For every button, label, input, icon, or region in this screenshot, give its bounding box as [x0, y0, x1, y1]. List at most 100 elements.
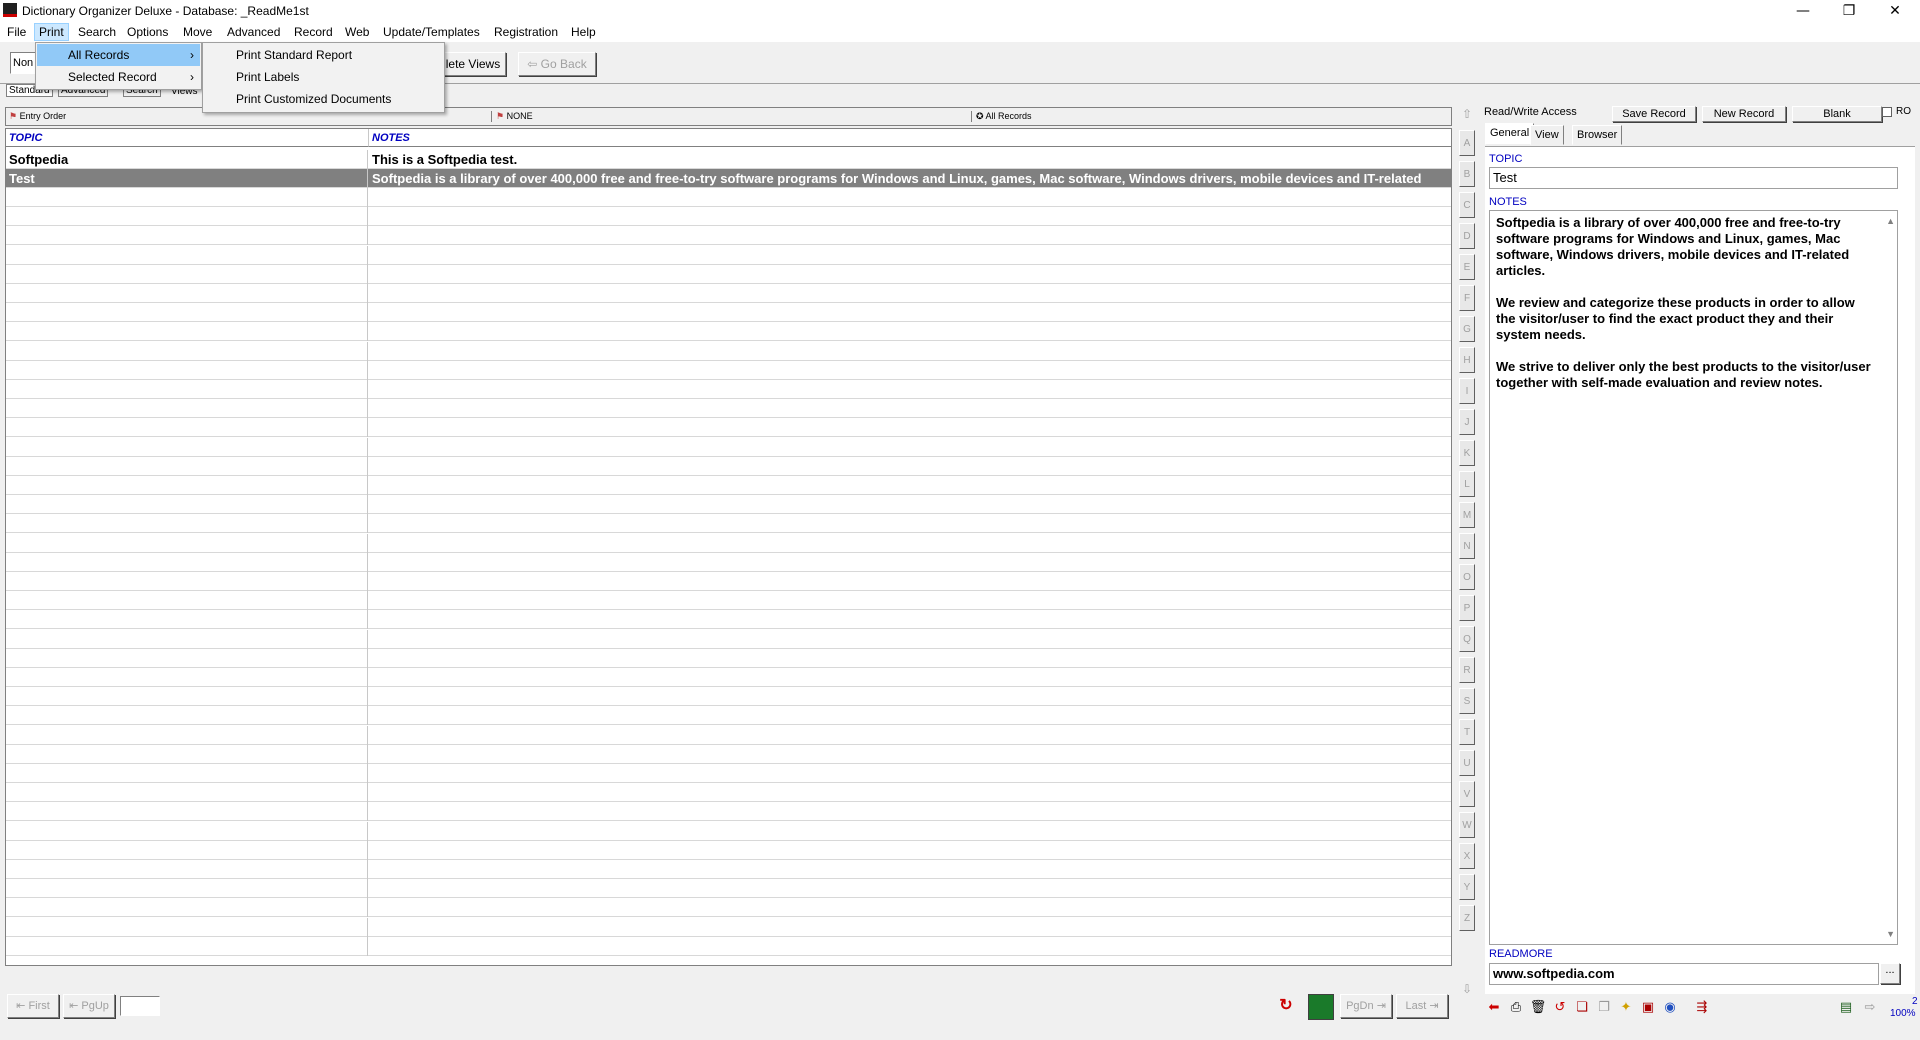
close-button[interactable]: ✕: [1872, 0, 1918, 22]
alphabet-letter-e[interactable]: E: [1459, 254, 1475, 280]
pgdn-button[interactable]: PgDn ⇥: [1340, 994, 1392, 1018]
empty-cell: [6, 840, 368, 860]
maximize-button[interactable]: ❐: [1826, 0, 1872, 22]
alphabet-letter-q[interactable]: Q: [1459, 626, 1475, 652]
sort-entry-order-label: Entry Order: [19, 111, 67, 121]
empty-cell: [6, 802, 368, 822]
tab-browser[interactable]: Browser: [1572, 125, 1623, 145]
sort-all-records[interactable]: ✪ All Records: [971, 111, 1032, 122]
menu-selected-record[interactable]: Selected Record ›: [37, 66, 200, 88]
trash-icon[interactable]: 🗑: [1528, 998, 1548, 1018]
topic-field[interactable]: Test: [1489, 167, 1898, 189]
empty-cell: [6, 648, 368, 668]
alphabet-letter-f[interactable]: F: [1459, 285, 1475, 311]
menu-move[interactable]: Move: [183, 25, 212, 39]
last-button[interactable]: Last ⇥: [1396, 994, 1448, 1018]
readmore-browse-button[interactable]: ...: [1880, 963, 1900, 984]
undo-icon[interactable]: ↺: [1550, 998, 1570, 1018]
notes-scroll-up-icon[interactable]: ▲: [1886, 213, 1895, 229]
menu-options[interactable]: Options: [127, 25, 168, 39]
table-row-selected[interactable]: Test Softpedia is a library of over 400,…: [6, 169, 1451, 188]
menu-print-customized-documents[interactable]: Print Customized Documents: [204, 88, 443, 110]
export-icon[interactable]: ⇶: [1692, 998, 1712, 1018]
delete-views-button[interactable]: lete Views: [440, 52, 506, 76]
save-record-button[interactable]: Save Record: [1612, 106, 1696, 122]
alphabet-letter-h[interactable]: H: [1459, 347, 1475, 373]
last-icon: ⇥: [1429, 1000, 1439, 1012]
paste-record-icon[interactable]: ❐: [1594, 998, 1614, 1018]
empty-cell: [6, 591, 368, 611]
empty-cell: [6, 610, 368, 630]
copy-record-icon[interactable]: ❏: [1572, 998, 1592, 1018]
notes-field[interactable]: Softpedia is a library of over 400,000 f…: [1489, 210, 1898, 945]
alphabet-letter-m[interactable]: M: [1459, 502, 1475, 528]
apps-icon[interactable]: [1308, 994, 1334, 1020]
empty-cell: [6, 495, 368, 515]
menu-print-standard-report[interactable]: Print Standard Report: [204, 44, 443, 66]
alphabet-letter-p[interactable]: P: [1459, 595, 1475, 621]
menu-help[interactable]: Help: [571, 25, 596, 39]
alphabet-letter-z[interactable]: Z: [1459, 905, 1475, 931]
empty-table-row: [6, 687, 1451, 707]
menu-web[interactable]: Web: [345, 25, 369, 39]
alphabet-letter-s[interactable]: S: [1459, 688, 1475, 714]
print-icon[interactable]: ⎙: [1506, 998, 1526, 1018]
tab-view[interactable]: View: [1530, 125, 1564, 145]
empty-table-row: [6, 591, 1451, 611]
alphabet-letter-t[interactable]: T: [1459, 719, 1475, 745]
empty-cell: [6, 360, 368, 380]
alphabet-letter-g[interactable]: G: [1459, 316, 1475, 342]
column-header-topic[interactable]: TOPIC: [6, 129, 369, 147]
table-row[interactable]: Softpedia This is a Softpedia test.: [6, 150, 1451, 169]
go-back-button[interactable]: ⇦ Go Back: [518, 52, 596, 76]
alphabet-letter-u[interactable]: U: [1459, 750, 1475, 776]
alphabet-letter-c[interactable]: C: [1459, 192, 1475, 218]
globe-icon[interactable]: ◉: [1660, 998, 1680, 1018]
menu-update-templates[interactable]: Update/Templates: [383, 25, 480, 39]
refresh-icon[interactable]: ↻: [1274, 994, 1298, 1018]
menu-print-labels[interactable]: Print Labels: [204, 66, 443, 88]
empty-table-row: [6, 879, 1451, 899]
alphabet-letter-r[interactable]: R: [1459, 657, 1475, 683]
blank-button[interactable]: Blank: [1792, 106, 1882, 122]
menu-file[interactable]: File: [7, 25, 26, 39]
readmore-field[interactable]: www.softpedia.com: [1489, 963, 1879, 985]
new-record-button[interactable]: New Record: [1702, 106, 1786, 122]
alphabet-letter-l[interactable]: L: [1459, 471, 1475, 497]
lightbulb-icon[interactable]: ✦: [1616, 998, 1636, 1018]
alphabet-letter-w[interactable]: W: [1459, 812, 1475, 838]
alphabet-letter-v[interactable]: V: [1459, 781, 1475, 807]
menu-print[interactable]: Print: [34, 23, 69, 41]
column-header-notes[interactable]: NOTES: [369, 129, 1451, 147]
minimize-button[interactable]: —: [1780, 0, 1826, 22]
alphabet-letter-j[interactable]: J: [1459, 409, 1475, 435]
alphabet-letter-a[interactable]: A: [1459, 130, 1475, 156]
sort-entry-order[interactable]: ⚑ Entry Order: [9, 111, 66, 122]
alphabet-letter-d[interactable]: D: [1459, 223, 1475, 249]
alphabet-letter-k[interactable]: K: [1459, 440, 1475, 466]
alphabet-letter-o[interactable]: O: [1459, 564, 1475, 590]
ro-checkbox[interactable]: [1882, 107, 1892, 117]
scroll-up-icon[interactable]: ⇧: [1459, 107, 1475, 125]
empty-cell: [6, 572, 368, 591]
stack-icon[interactable]: ▣: [1638, 998, 1658, 1018]
alphabet-letter-i[interactable]: I: [1459, 378, 1475, 404]
menu-advanced[interactable]: Advanced: [227, 25, 280, 39]
sort-none[interactable]: ⚑ NONE: [491, 111, 533, 122]
pgup-button[interactable]: ⇤ PgUp: [63, 994, 115, 1018]
menu-record[interactable]: Record: [294, 25, 333, 39]
menu-search[interactable]: Search: [78, 25, 116, 39]
alphabet-letter-x[interactable]: X: [1459, 843, 1475, 869]
tab-general[interactable]: General: [1485, 123, 1535, 145]
back-arrow-icon[interactable]: ⬅: [1484, 998, 1504, 1018]
menu-registration[interactable]: Registration: [494, 25, 558, 39]
menu-all-records[interactable]: All Records ›: [37, 44, 200, 66]
record-number-input[interactable]: [120, 996, 160, 1016]
first-button[interactable]: ⇤ First: [7, 994, 59, 1018]
forward-icon[interactable]: ⇨: [1860, 998, 1880, 1018]
notes-scroll-down-icon[interactable]: ▼: [1886, 926, 1895, 942]
alphabet-letter-b[interactable]: B: [1459, 161, 1475, 187]
alphabet-letter-n[interactable]: N: [1459, 533, 1475, 559]
money-icon[interactable]: ▤: [1836, 998, 1856, 1018]
alphabet-letter-y[interactable]: Y: [1459, 874, 1475, 900]
